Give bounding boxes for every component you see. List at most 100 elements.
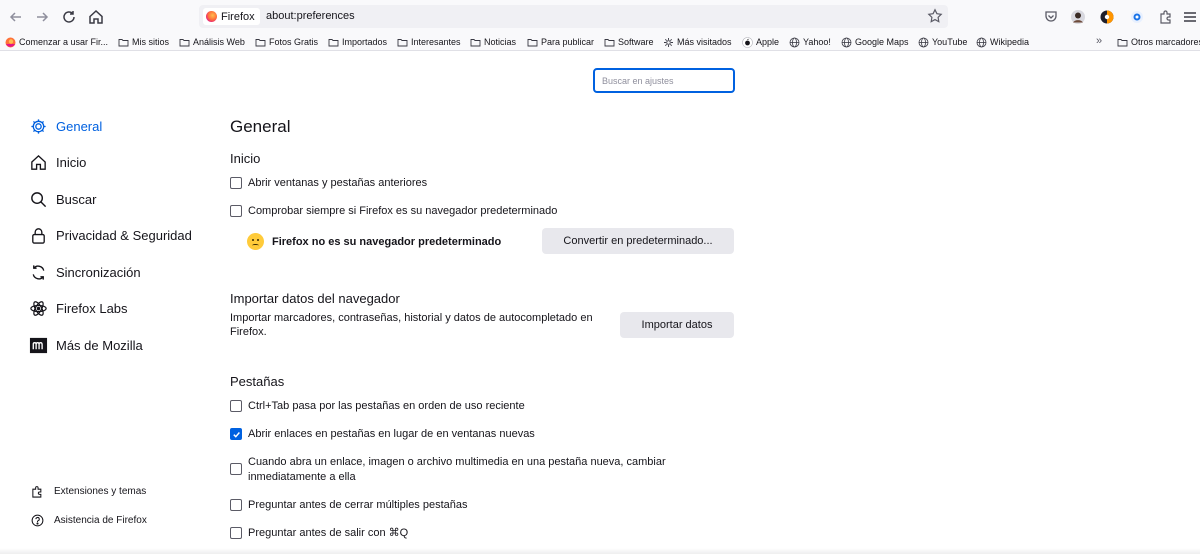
checkmark-icon — [232, 431, 240, 438]
bookmark-label: Wikipedia — [990, 37, 1030, 47]
firefox-support-link[interactable]: Asistencia de Firefox — [31, 512, 147, 528]
category-general[interactable]: General — [29, 115, 102, 137]
identity-label: Firefox — [221, 10, 255, 23]
footer-link-label: Asistencia de Firefox — [54, 514, 147, 526]
folder-icon — [118, 38, 129, 46]
window-bottom-edge — [0, 548, 1200, 554]
option-label: Preguntar antes de salir con ⌘Q — [248, 527, 409, 539]
forward-arrow-icon[interactable] — [32, 7, 52, 27]
check-default-option[interactable]: Comprobar siempre si Firefox es su naveg… — [230, 204, 557, 219]
chevron-double-right-icon[interactable]: » — [1096, 35, 1102, 47]
bookmark-label: Comenzar a usar Fir... — [19, 37, 109, 47]
check-default-checkbox[interactable] — [230, 205, 242, 217]
bookmark-folder[interactable]: Fotos Gratis — [255, 35, 318, 49]
page-title: General — [230, 117, 291, 136]
switch-to-new-tab-option[interactable]: Cuando abra un enlace, imagen o archivo … — [230, 455, 700, 485]
open-links-in-tabs-option[interactable]: Abrir enlaces en pestañas en lugar de en… — [230, 427, 535, 442]
folder-icon — [397, 38, 408, 46]
bookmark-folder[interactable]: Para publicar — [527, 35, 594, 49]
warn-close-tabs-checkbox[interactable] — [230, 499, 242, 511]
bookmark-folder[interactable]: Noticias — [470, 35, 516, 49]
bookmark-label: Mis sitios — [132, 37, 170, 47]
bookmark-folder[interactable]: Importados — [328, 35, 387, 49]
warn-close-tabs-option[interactable]: Preguntar antes de cerrar múltiples pest… — [230, 498, 468, 513]
folder-icon — [604, 38, 615, 46]
warn-quit-option[interactable]: Preguntar antes de salir con ⌘Q — [230, 526, 408, 541]
bookmark-folder[interactable]: Software — [604, 35, 654, 49]
import-heading: Importar datos del navegador — [230, 291, 400, 306]
category-label: Más de Mozilla — [56, 337, 143, 353]
identity-box[interactable]: Firefox — [203, 8, 260, 25]
bookmark-label: Importados — [342, 37, 388, 47]
bookmark-item[interactable]: Yahoo! — [789, 35, 831, 49]
globe-icon — [789, 37, 800, 47]
menu-icon[interactable] — [1182, 9, 1198, 25]
default-status-text: Firefox no es su navegador predeterminad… — [272, 235, 502, 248]
extensions-themes-link[interactable]: Extensiones y temas — [31, 483, 146, 499]
apple-icon — [742, 36, 753, 48]
bookmark-label: Análisis Web — [193, 37, 245, 47]
option-label: Ctrl+Tab pasa por las pestañas en orden … — [248, 400, 525, 412]
atom-icon — [30, 300, 47, 316]
extensions-puzzle-icon[interactable] — [1158, 9, 1174, 25]
bookmark-item[interactable]: Comenzar a usar Fir... — [5, 35, 108, 49]
globe-icon — [918, 37, 929, 47]
category-sync[interactable]: Sincronización — [29, 261, 141, 283]
nav-toolbar: Firefox about:preferences — [0, 0, 1200, 33]
extension-color-icon[interactable] — [1099, 9, 1115, 25]
open-links-in-tabs-checkbox[interactable] — [230, 428, 242, 440]
category-home[interactable]: Inicio — [29, 151, 86, 173]
category-label: Sincronización — [56, 264, 141, 280]
folder-icon — [527, 38, 538, 46]
other-bookmarks-folder[interactable]: Otros marcadores — [1117, 35, 1200, 49]
bookmark-item[interactable]: Apple — [742, 35, 779, 49]
bookmark-label: YouTube — [932, 37, 968, 47]
url-text[interactable]: about:preferences — [266, 10, 355, 22]
startup-heading: Inicio — [230, 151, 261, 166]
back-arrow-icon[interactable] — [6, 7, 26, 27]
firefox-icon — [206, 11, 217, 22]
pocket-icon[interactable] — [1043, 9, 1059, 25]
folder-icon — [179, 38, 190, 46]
category-privacy[interactable]: Privacidad & Seguridad — [29, 224, 192, 246]
category-firefox-labs[interactable]: Firefox Labs — [29, 297, 128, 319]
bookmark-label: Para publicar — [541, 37, 595, 47]
url-bar[interactable]: Firefox about:preferences — [199, 5, 948, 28]
switch-to-new-tab-checkbox[interactable] — [230, 463, 242, 475]
bookmark-label: Fotos Gratis — [269, 37, 319, 47]
bookmark-folder[interactable]: Más visitados — [663, 35, 732, 49]
option-label: Preguntar antes de cerrar múltiples pest… — [248, 499, 468, 511]
ctrl-tab-checkbox[interactable] — [230, 400, 242, 412]
bookmark-item[interactable]: Google Maps — [841, 35, 909, 49]
category-label: General — [56, 118, 103, 134]
bookmark-star-icon[interactable] — [927, 8, 943, 24]
reload-icon[interactable] — [59, 7, 79, 27]
category-label: Firefox Labs — [56, 300, 128, 316]
bookmark-item[interactable]: YouTube — [918, 35, 967, 49]
bookmark-label: Interesantes — [411, 37, 461, 47]
restore-session-checkbox[interactable] — [230, 177, 242, 189]
category-search[interactable]: Buscar — [29, 188, 96, 210]
settings-search-input[interactable] — [593, 68, 735, 93]
category-label: Inicio — [56, 154, 87, 170]
ctrl-tab-option[interactable]: Ctrl+Tab pasa por las pestañas en orden … — [230, 399, 525, 414]
option-label: Abrir enlaces en pestañas en lugar de en… — [248, 428, 535, 440]
bookmark-label: Apple — [756, 37, 780, 47]
footer-link-label: Extensiones y temas — [54, 485, 147, 497]
bookmark-folder[interactable]: Análisis Web — [179, 35, 245, 49]
translate-extension-icon[interactable] — [1129, 9, 1145, 25]
import-data-button[interactable]: Importar datos — [620, 312, 734, 338]
bookmarks-toolbar: Comenzar a usar Fir... Mis sitios Anális… — [0, 33, 1200, 51]
account-avatar-icon[interactable] — [1070, 9, 1086, 25]
bookmark-folder[interactable]: Mis sitios — [118, 35, 169, 49]
bookmark-label: Noticias — [484, 37, 517, 47]
category-more-from-mozilla[interactable]: Más de Mozilla — [29, 334, 143, 356]
warn-quit-checkbox[interactable] — [230, 527, 242, 539]
home-icon[interactable] — [86, 7, 106, 27]
firefox-icon — [5, 37, 16, 47]
restore-session-option[interactable]: Abrir ventanas y pestañas anteriores — [230, 176, 427, 191]
set-default-button[interactable]: Convertir en predeterminado... — [542, 228, 734, 254]
bookmark-folder[interactable]: Interesantes — [397, 35, 461, 49]
bookmark-label: Software — [618, 37, 654, 47]
bookmark-item[interactable]: Wikipedia — [976, 35, 1029, 49]
